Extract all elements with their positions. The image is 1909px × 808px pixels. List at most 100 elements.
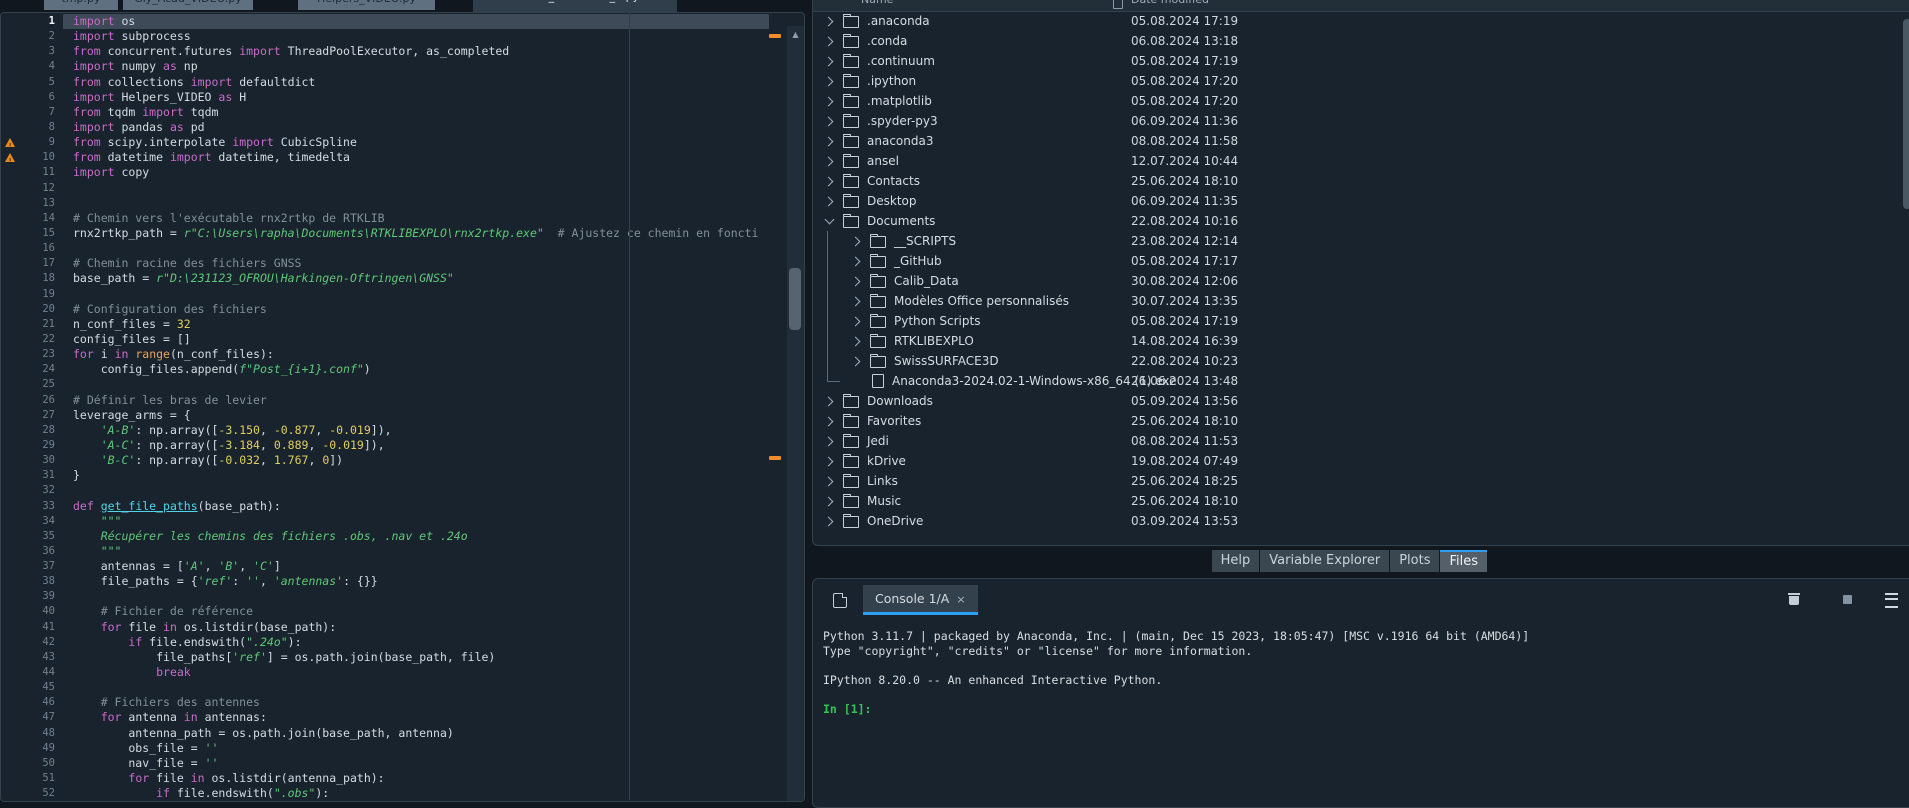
chevron-right-icon[interactable] bbox=[823, 396, 833, 406]
chevron-right-icon[interactable] bbox=[823, 36, 833, 46]
code-line[interactable]: 28 'A-B': np.array([-3.150, -0.877, -0.0… bbox=[1, 423, 769, 438]
code-line[interactable]: 27 leverage_arms = { bbox=[1, 408, 769, 423]
file-row[interactable]: Contacts 25.06.2024 18:10 bbox=[813, 171, 1909, 191]
close-icon[interactable]: × bbox=[956, 593, 965, 606]
pane-tab-variable-explorer[interactable]: Variable Explorer bbox=[1260, 550, 1389, 572]
chevron-right-icon[interactable] bbox=[823, 136, 833, 146]
code-line[interactable]: 13 bbox=[1, 196, 769, 211]
chevron-right-icon[interactable] bbox=[823, 516, 833, 526]
editor-tab[interactable]: tmp.py bbox=[44, 0, 118, 10]
code-line[interactable]: 5 from collections import defaultdict bbox=[1, 75, 769, 90]
editor-scrollbar-thumb[interactable] bbox=[789, 268, 801, 330]
file-row[interactable]: Modèles Office personnalisés 30.07.2024 … bbox=[813, 291, 1909, 311]
file-row[interactable]: Music 25.06.2024 18:10 bbox=[813, 491, 1909, 511]
chevron-right-icon[interactable] bbox=[850, 356, 860, 366]
file-row[interactable]: .continuum 05.08.2024 17:19 bbox=[813, 51, 1909, 71]
code-line[interactable]: 32 bbox=[1, 483, 769, 498]
code-line[interactable]: 47 for antenna in antennas: bbox=[1, 710, 769, 725]
code-line[interactable]: 37 antennas = ['A', 'B', 'C'] bbox=[1, 559, 769, 574]
chevron-right-icon[interactable] bbox=[823, 76, 833, 86]
file-row[interactable]: OneDrive 03.09.2024 13:53 bbox=[813, 511, 1909, 531]
pane-tab-help[interactable]: Help bbox=[1212, 550, 1260, 572]
files-scrollbar-thumb[interactable] bbox=[1903, 19, 1909, 209]
pane-tab-plots[interactable]: Plots bbox=[1390, 550, 1439, 572]
code-line[interactable]: 36 """ bbox=[1, 544, 769, 559]
code-line[interactable]: 49 obs_file = '' bbox=[1, 741, 769, 756]
scroll-up-icon[interactable]: ▲ bbox=[787, 30, 804, 39]
warning-icon[interactable] bbox=[5, 138, 15, 147]
code-line[interactable]: 48 antenna_path = os.path.join(base_path… bbox=[1, 726, 769, 741]
file-row[interactable]: .ipython 05.08.2024 17:20 bbox=[813, 71, 1909, 91]
editor-tab[interactable]: Gly_Acad_VIDEO.py bbox=[123, 0, 253, 10]
code-line[interactable]: 19 bbox=[1, 287, 769, 302]
chevron-right-icon[interactable] bbox=[850, 276, 860, 286]
warning-flag-marker[interactable] bbox=[769, 34, 781, 38]
code-line[interactable]: 12 bbox=[1, 181, 769, 196]
code-line[interactable]: 43 file_paths['ref'] = os.path.join(base… bbox=[1, 650, 769, 665]
code-line[interactable]: 46 # Fichiers des antennes bbox=[1, 695, 769, 710]
code-line[interactable]: 33 def get_file_paths(base_path): bbox=[1, 499, 769, 514]
file-row[interactable]: SwissSURFACE3D 22.08.2024 10:23 bbox=[813, 351, 1909, 371]
file-row[interactable]: .matplotlib 05.08.2024 17:20 bbox=[813, 91, 1909, 111]
chevron-right-icon[interactable] bbox=[850, 316, 860, 326]
chevron-right-icon[interactable] bbox=[850, 336, 860, 346]
chevron-right-icon[interactable] bbox=[823, 456, 833, 466]
code-line[interactable]: 10 from datetime import datetime, timede… bbox=[1, 150, 769, 165]
warning-flag-marker[interactable] bbox=[769, 456, 781, 460]
file-row[interactable]: Calib_Data 30.08.2024 12:06 bbox=[813, 271, 1909, 291]
code-line[interactable]: 8 import pandas as pd bbox=[1, 120, 769, 135]
code-line[interactable]: 38 file_paths = {'ref': '', 'antennas': … bbox=[1, 574, 769, 589]
file-row[interactable]: .anaconda 05.08.2024 17:19 bbox=[813, 11, 1909, 31]
chevron-right-icon[interactable] bbox=[850, 236, 860, 246]
column-header-name[interactable]: Name bbox=[861, 0, 893, 6]
stop-icon[interactable] bbox=[1843, 595, 1852, 604]
options-menu-icon[interactable] bbox=[1885, 593, 1898, 608]
chevron-right-icon[interactable] bbox=[823, 196, 833, 206]
code-line[interactable]: 31 } bbox=[1, 468, 769, 483]
file-row[interactable]: Links 25.06.2024 18:25 bbox=[813, 471, 1909, 491]
chevron-right-icon[interactable] bbox=[850, 296, 860, 306]
code-line[interactable]: 14 # Chemin vers l'exécutable rnx2rtkp d… bbox=[1, 211, 769, 226]
editor-pane[interactable]: 1 import os 2 import subprocess 3 from c… bbox=[0, 12, 805, 802]
code-line[interactable]: 20 # Configuration des fichiers bbox=[1, 302, 769, 317]
code-line[interactable]: 51 for file in os.listdir(antenna_path): bbox=[1, 771, 769, 786]
code-line[interactable]: 42 if file.endswith(".24o"): bbox=[1, 635, 769, 650]
code-line[interactable]: 40 # Fichier de référence bbox=[1, 604, 769, 619]
chevron-right-icon[interactable] bbox=[823, 176, 833, 186]
file-row[interactable]: __SCRIPTS 23.08.2024 12:14 bbox=[813, 231, 1909, 251]
code-line[interactable]: 4 import numpy as np bbox=[1, 59, 769, 74]
code-line[interactable]: 39 bbox=[1, 589, 769, 604]
vertical-splitter[interactable] bbox=[805, 0, 812, 800]
file-row[interactable]: RTKLIBEXPLO 14.08.2024 16:39 bbox=[813, 331, 1909, 351]
file-row[interactable]: Downloads 05.09.2024 13:56 bbox=[813, 391, 1909, 411]
console-output[interactable]: Python 3.11.7 | packaged by Anaconda, In… bbox=[823, 629, 1529, 716]
column-header-date-modified[interactable]: Date modified bbox=[1131, 0, 1209, 6]
chevron-right-icon[interactable] bbox=[823, 16, 833, 26]
code-line[interactable]: 1 import os bbox=[1, 14, 769, 29]
files-panel[interactable]: Name Date modified .anaconda 05.08.2024 … bbox=[812, 0, 1909, 546]
code-line[interactable]: 52 if file.endswith(".obs"): bbox=[1, 786, 769, 801]
code-line[interactable]: 22 config_files = [] bbox=[1, 332, 769, 347]
code-line[interactable]: 50 nav_file = '' bbox=[1, 756, 769, 771]
pane-tab-files[interactable]: Files bbox=[1440, 550, 1487, 572]
code-line[interactable]: 44 break bbox=[1, 665, 769, 680]
editor-tab[interactable]: Helpers_VIDEO.py bbox=[298, 0, 435, 10]
file-row[interactable]: _GitHub 05.08.2024 17:17 bbox=[813, 251, 1909, 271]
code-line[interactable]: 45 bbox=[1, 680, 769, 695]
chevron-right-icon[interactable] bbox=[823, 436, 833, 446]
warning-icon[interactable] bbox=[5, 153, 15, 162]
code-line[interactable]: 21 n_conf_files = 32 bbox=[1, 317, 769, 332]
file-row[interactable]: Documents 22.08.2024 10:16 bbox=[813, 211, 1909, 231]
chevron-right-icon[interactable] bbox=[823, 56, 833, 66]
chevron-right-icon[interactable] bbox=[823, 496, 833, 506]
file-row[interactable]: Favorites 25.06.2024 18:10 bbox=[813, 411, 1909, 431]
console-prompt-line[interactable]: In [1]: bbox=[823, 702, 1529, 717]
chevron-right-icon[interactable] bbox=[823, 156, 833, 166]
file-row[interactable]: .spyder-py3 06.09.2024 11:36 bbox=[813, 111, 1909, 131]
code-line[interactable]: 9 from scipy.interpolate import CubicSpl… bbox=[1, 135, 769, 150]
chevron-right-icon[interactable] bbox=[823, 416, 833, 426]
code-line[interactable]: 24 config_files.append(f"Post_{i+1}.conf… bbox=[1, 362, 769, 377]
new-console-icon[interactable] bbox=[833, 593, 847, 608]
console-tab[interactable]: Console 1/A× bbox=[863, 585, 978, 615]
code-line[interactable]: 34 """ bbox=[1, 514, 769, 529]
